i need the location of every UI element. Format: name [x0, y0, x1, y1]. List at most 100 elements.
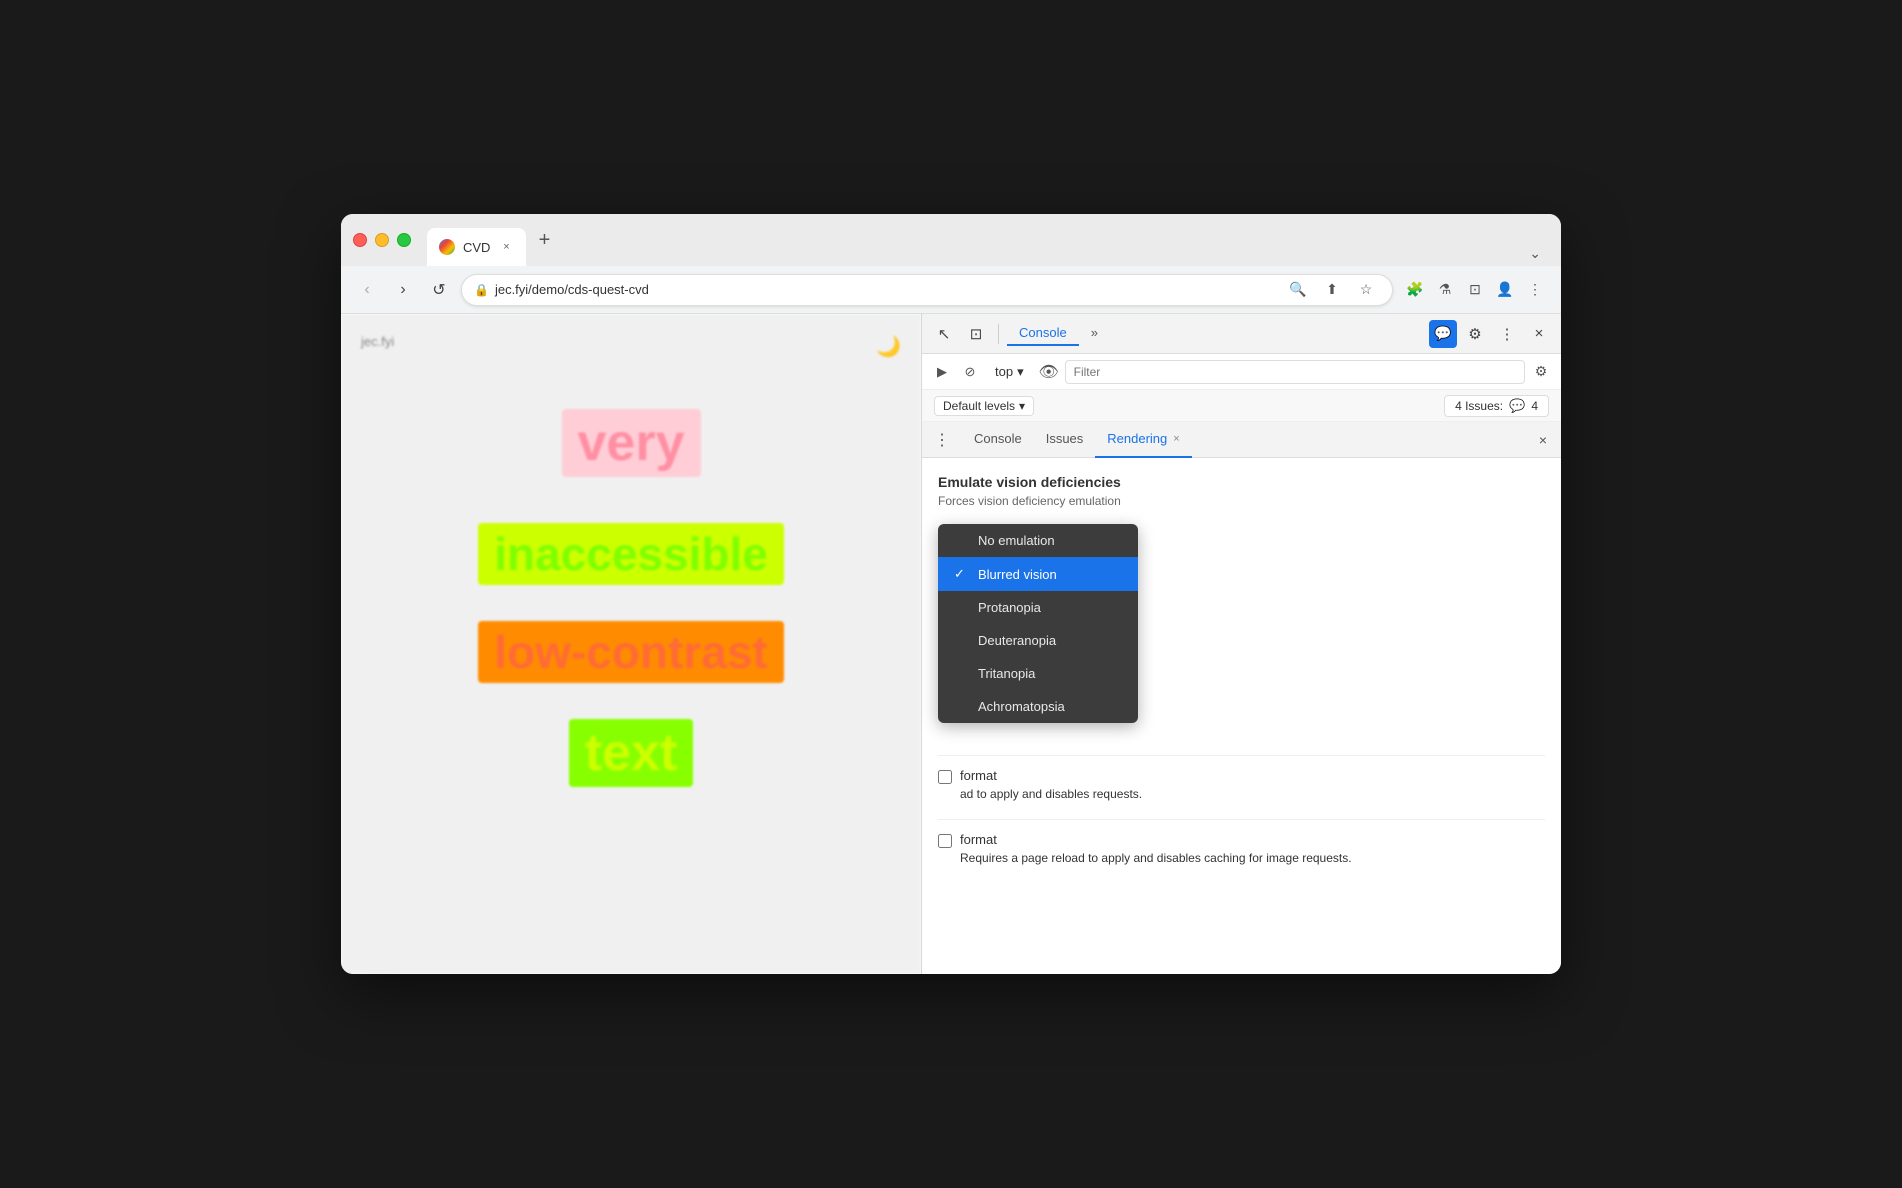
top-label: top: [995, 364, 1013, 379]
issues-bar: Default levels ▾ 4 Issues: 💬 4: [922, 390, 1561, 422]
close-traffic-light[interactable]: [353, 233, 367, 247]
dropdown-icon: ▾: [1019, 399, 1025, 413]
checkbox-text-2: format Requires a page reload to apply a…: [960, 832, 1352, 867]
vision-dropdown-menu: No emulation ✓ Blurred vision Protanopia: [938, 524, 1138, 723]
checkbox-input-1[interactable]: [938, 770, 952, 784]
tab-more[interactable]: »: [1079, 321, 1110, 346]
extensions-icon[interactable]: 🧩: [1401, 276, 1429, 304]
topbar-separator: [998, 324, 999, 344]
dropdown-item-no-emulation[interactable]: No emulation: [938, 524, 1138, 557]
avatar-icon[interactable]: 👤: [1491, 276, 1519, 304]
url-display: jec.fyi/demo/cds-quest-cvd: [495, 282, 1278, 297]
no-emulation-label: No emulation: [978, 533, 1055, 548]
console-toolbar: ▶ ⊘ top ▾ 👁 ⚙: [922, 354, 1561, 390]
dropdown-item-deuteranopia[interactable]: Deuteranopia: [938, 624, 1138, 657]
lock-icon: 🔒: [474, 283, 489, 297]
filter-input[interactable]: [1065, 360, 1525, 384]
issues-label: 4 Issues:: [1455, 399, 1503, 413]
sub-tab-menu-icon[interactable]: ⋮: [930, 428, 954, 452]
dropdown-item-achromatopsia[interactable]: Achromatopsia: [938, 690, 1138, 723]
play-button[interactable]: ▶: [930, 360, 954, 384]
messages-icon[interactable]: 💬: [1429, 320, 1457, 348]
devtools-panel: ↖ ⊡ Console » 💬 ⚙ ⋮ × ▶ ⊘ top: [921, 314, 1561, 974]
tab-console-sub[interactable]: Console: [962, 422, 1034, 458]
sub-tab-bar: ⋮ Console Issues Rendering × ×: [922, 422, 1561, 458]
rendering-divider-1: [938, 755, 1545, 756]
new-tab-button[interactable]: +: [530, 226, 558, 254]
omnibox[interactable]: 🔒 jec.fyi/demo/cds-quest-cvd 🔍 ⬆ ☆: [461, 274, 1393, 306]
maximize-traffic-light[interactable]: [397, 233, 411, 247]
browser-extra-icons: 🧩 ⚗ ⊡ 👤 ⋮: [1401, 276, 1549, 304]
achromatopsia-label: Achromatopsia: [978, 699, 1065, 714]
checkbox-section-2: format Requires a page reload to apply a…: [938, 832, 1545, 867]
tab-console[interactable]: Console: [1007, 321, 1079, 346]
devtools-main-tabs: Console »: [1007, 321, 1425, 346]
dark-mode-button[interactable]: 🌙: [876, 334, 901, 359]
word-very: very: [562, 409, 701, 477]
deuteranopia-label: Deuteranopia: [978, 633, 1056, 648]
minimize-traffic-light[interactable]: [375, 233, 389, 247]
word-text: text: [569, 719, 693, 787]
webpage-logo: jec.fyi: [361, 334, 901, 349]
checkbox-section-1: format ad to apply and disables requests…: [938, 768, 1545, 803]
settings-icon[interactable]: ⚙: [1461, 320, 1489, 348]
browser-content: jec.fyi 🌙 very inaccessible low-contrast…: [341, 314, 1561, 974]
tab-close-button[interactable]: ×: [498, 239, 514, 255]
search-icon[interactable]: 🔍: [1284, 276, 1312, 304]
webpage-area: jec.fyi 🌙 very inaccessible low-contrast…: [341, 314, 921, 974]
browser-window: CVD × + ⌄ ‹ › ↺ 🔒 jec.fyi/demo/cds-quest…: [341, 214, 1561, 974]
dropdown-item-protanopia[interactable]: Protanopia: [938, 591, 1138, 624]
devtools-topbar: ↖ ⊡ Console » 💬 ⚙ ⋮ ×: [922, 314, 1561, 354]
tritanopia-label: Tritanopia: [978, 666, 1035, 681]
inspect-icon[interactable]: ↖: [930, 320, 958, 348]
bookmark-icon[interactable]: ☆: [1352, 276, 1380, 304]
tab-favicon: [439, 239, 455, 255]
protanopia-label: Protanopia: [978, 600, 1041, 615]
default-levels-button[interactable]: Default levels ▾: [934, 396, 1034, 416]
context-dropdown[interactable]: top ▾: [986, 361, 1033, 383]
reload-button[interactable]: ↺: [425, 276, 453, 304]
default-levels-label: Default levels: [943, 399, 1015, 413]
forward-button[interactable]: ›: [389, 276, 417, 304]
traffic-lights: [353, 233, 411, 247]
tab-issues-sub[interactable]: Issues: [1034, 422, 1096, 458]
ban-button[interactable]: ⊘: [958, 360, 982, 384]
console-settings-icon[interactable]: ⚙: [1529, 360, 1553, 384]
issues-count-badge[interactable]: 4 Issues: 💬 4: [1444, 395, 1549, 417]
omnibox-bar: ‹ › ↺ 🔒 jec.fyi/demo/cds-quest-cvd 🔍 ⬆ ☆…: [341, 266, 1561, 314]
title-bar: CVD × + ⌄: [341, 214, 1561, 266]
more-options-icon[interactable]: ⋮: [1493, 320, 1521, 348]
word-low-contrast: low-contrast: [478, 621, 783, 683]
layout-icon[interactable]: ⊡: [1461, 276, 1489, 304]
rendering-tab-close[interactable]: ×: [1173, 433, 1179, 445]
panel-close-icon[interactable]: ×: [1533, 430, 1553, 450]
checkbox-text-1: format ad to apply and disables requests…: [960, 768, 1142, 803]
issues-count: 4: [1531, 399, 1538, 413]
tab-rendering-sub[interactable]: Rendering ×: [1095, 422, 1191, 458]
tab-strip: CVD × + ⌄: [427, 214, 1549, 266]
blurred-check: ✓: [954, 566, 970, 582]
dropdown-item-tritanopia[interactable]: Tritanopia: [938, 657, 1138, 690]
dropdown-arrow-icon: ▾: [1017, 364, 1024, 380]
issues-msg-icon: 💬: [1509, 398, 1525, 414]
flask-icon[interactable]: ⚗: [1431, 276, 1459, 304]
vision-section-title: Emulate vision deficiencies: [938, 474, 1545, 490]
back-button[interactable]: ‹: [353, 276, 381, 304]
vision-section-desc: Forces vision deficiency emulation: [938, 494, 1545, 508]
browser-tab[interactable]: CVD ×: [427, 228, 526, 266]
devtools-close-icon[interactable]: ×: [1525, 320, 1553, 348]
rendering-panel: Emulate vision deficiencies Forces visio…: [922, 458, 1561, 974]
tab-title: CVD: [463, 240, 490, 255]
word-inaccessible: inaccessible: [478, 523, 784, 585]
dropdown-item-blurred[interactable]: ✓ Blurred vision: [938, 557, 1138, 591]
vision-dropdown[interactable]: No emulation ✓ Blurred vision Protanopia: [938, 524, 1138, 723]
device-icon[interactable]: ⊡: [962, 320, 990, 348]
eye-button[interactable]: 👁: [1037, 360, 1061, 384]
checkbox-input-2[interactable]: [938, 834, 952, 848]
tab-expand-button[interactable]: ⌄: [1521, 241, 1549, 266]
share-icon[interactable]: ⬆: [1318, 276, 1346, 304]
browser-menu-icon[interactable]: ⋮: [1521, 276, 1549, 304]
rendering-divider-2: [938, 819, 1545, 820]
devtools-topbar-right: 💬 ⚙ ⋮ ×: [1429, 320, 1553, 348]
checkbox-row-1: format ad to apply and disables requests…: [938, 768, 1545, 803]
